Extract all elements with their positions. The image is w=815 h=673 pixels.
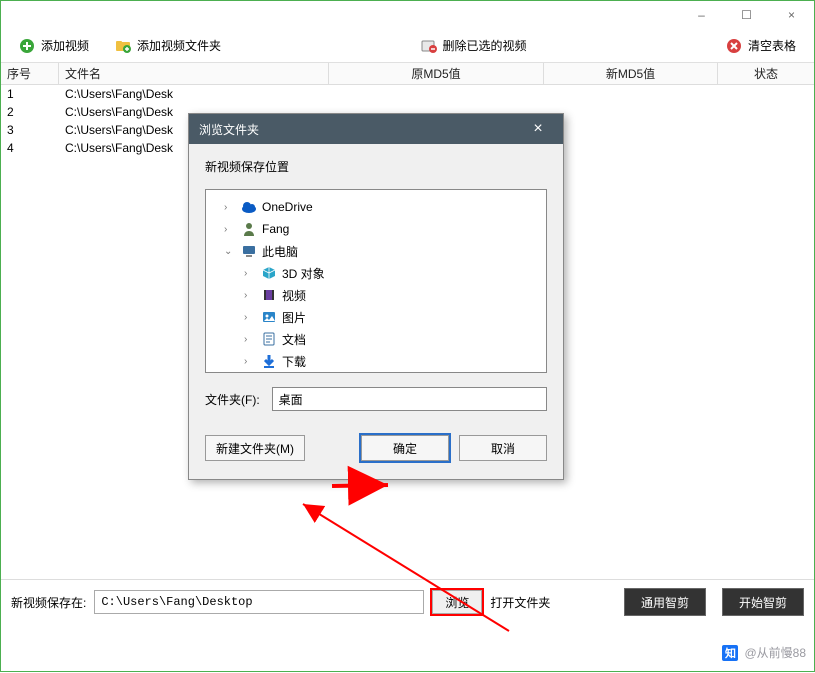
tree-item[interactable]: › 图片 xyxy=(210,306,542,328)
col-file[interactable]: 文件名 xyxy=(59,63,329,84)
chevron-icon: › xyxy=(244,334,256,345)
dialog-close-icon[interactable]: × xyxy=(523,120,553,138)
col-md5a[interactable]: 原MD5值 xyxy=(329,63,544,84)
plus-icon xyxy=(19,38,35,54)
save-label: 新视频保存在: xyxy=(11,594,86,611)
col-md5b[interactable]: 新MD5值 xyxy=(544,63,718,84)
tree-item[interactable]: › 文档 xyxy=(210,328,542,350)
clear-icon xyxy=(726,38,742,54)
add-video-label: 添加视频 xyxy=(41,37,89,54)
cancel-button[interactable]: 取消 xyxy=(459,435,547,461)
tree-item-label: 图片 xyxy=(282,309,306,326)
tree-item[interactable]: › 下载 xyxy=(210,350,542,372)
person-icon xyxy=(240,221,258,237)
start-cut-button[interactable]: 开始智剪 xyxy=(722,588,804,616)
tree-item-label: 此电脑 xyxy=(262,243,298,260)
dialog-title: 浏览文件夹 xyxy=(199,121,259,138)
tree-item-label: 文档 xyxy=(282,331,306,348)
tree-item[interactable]: ⌄ 此电脑 xyxy=(210,240,542,262)
cloud-icon xyxy=(240,200,258,214)
bottom-bar: 新视频保存在: 浏览 打开文件夹 通用智剪 开始智剪 xyxy=(1,580,814,624)
cube-icon xyxy=(260,265,278,281)
clear-table-label: 清空表格 xyxy=(748,37,796,54)
tree-item[interactable]: › OneDrive xyxy=(210,196,542,218)
browse-button[interactable]: 浏览 xyxy=(432,590,482,614)
col-state[interactable]: 状态 xyxy=(718,63,814,84)
chevron-icon: › xyxy=(244,268,256,279)
chevron-icon: › xyxy=(224,202,236,213)
add-video-button[interactable]: 添加视频 xyxy=(9,33,99,58)
image-icon xyxy=(260,309,278,325)
folder-plus-icon xyxy=(115,38,131,54)
ok-button[interactable]: 确定 xyxy=(361,435,449,461)
col-idx[interactable]: 序号 xyxy=(1,63,59,84)
tree-item-label: 3D 对象 xyxy=(282,265,325,282)
down-icon xyxy=(260,353,278,369)
chevron-icon: › xyxy=(244,312,256,323)
delete-icon xyxy=(421,38,437,54)
add-folder-label: 添加视频文件夹 xyxy=(137,37,221,54)
clear-table-button[interactable]: 清空表格 xyxy=(716,33,806,58)
folder-label: 文件夹(F): xyxy=(205,391,260,408)
main-toolbar: 添加视频 添加视频文件夹 删除已选的视频 清空表格 xyxy=(1,29,814,63)
add-folder-button[interactable]: 添加视频文件夹 xyxy=(105,33,231,58)
pc-icon xyxy=(240,243,258,259)
browse-folder-dialog: 浏览文件夹 × 新视频保存位置 › OneDrive › Fang ⌄ 此电脑 › 3D 对象… xyxy=(188,113,564,480)
delete-selected-label: 删除已选的视频 xyxy=(443,37,527,54)
tree-item[interactable]: ›音乐 xyxy=(210,372,542,373)
tree-item[interactable]: › 3D 对象 xyxy=(210,262,542,284)
table-row[interactable]: 1C:\Users\Fang\Desk xyxy=(1,85,814,103)
tree-item-label: OneDrive xyxy=(262,200,313,214)
tree-item-label: 下载 xyxy=(282,353,306,370)
folder-name-input[interactable] xyxy=(272,387,547,411)
watermark: 知 @从前慢88 xyxy=(722,644,806,661)
maximize-button[interactable]: ☐ xyxy=(724,1,769,29)
close-button[interactable]: × xyxy=(769,1,814,29)
new-folder-button[interactable]: 新建文件夹(M) xyxy=(205,435,305,461)
folder-tree[interactable]: › OneDrive › Fang ⌄ 此电脑 › 3D 对象 › 视频 › 图片 › 文档 › 下载 ›音乐 xyxy=(205,189,547,373)
dialog-prompt: 新视频保存位置 xyxy=(205,158,547,175)
tree-item-label: Fang xyxy=(262,222,289,236)
doc-icon xyxy=(260,331,278,347)
chevron-icon: ⌄ xyxy=(224,246,236,257)
minimize-button[interactable]: – xyxy=(679,1,724,29)
tree-item-label: 视频 xyxy=(282,287,306,304)
zhihu-icon: 知 xyxy=(722,645,738,661)
save-path-input[interactable] xyxy=(94,590,424,614)
general-cut-button[interactable]: 通用智剪 xyxy=(624,588,706,616)
dialog-titlebar[interactable]: 浏览文件夹 × xyxy=(189,114,563,144)
tree-item[interactable]: › Fang xyxy=(210,218,542,240)
table-header: 序号 文件名 原MD5值 新MD5值 状态 xyxy=(1,63,814,85)
chevron-icon: › xyxy=(224,224,236,235)
delete-selected-button[interactable]: 删除已选的视频 xyxy=(411,33,537,58)
chevron-icon: › xyxy=(244,356,256,367)
film-icon xyxy=(260,287,278,303)
tree-item[interactable]: › 视频 xyxy=(210,284,542,306)
window-titlebar: – ☐ × xyxy=(1,1,814,29)
chevron-icon: › xyxy=(244,290,256,301)
open-folder-link[interactable]: 打开文件夹 xyxy=(490,594,550,611)
